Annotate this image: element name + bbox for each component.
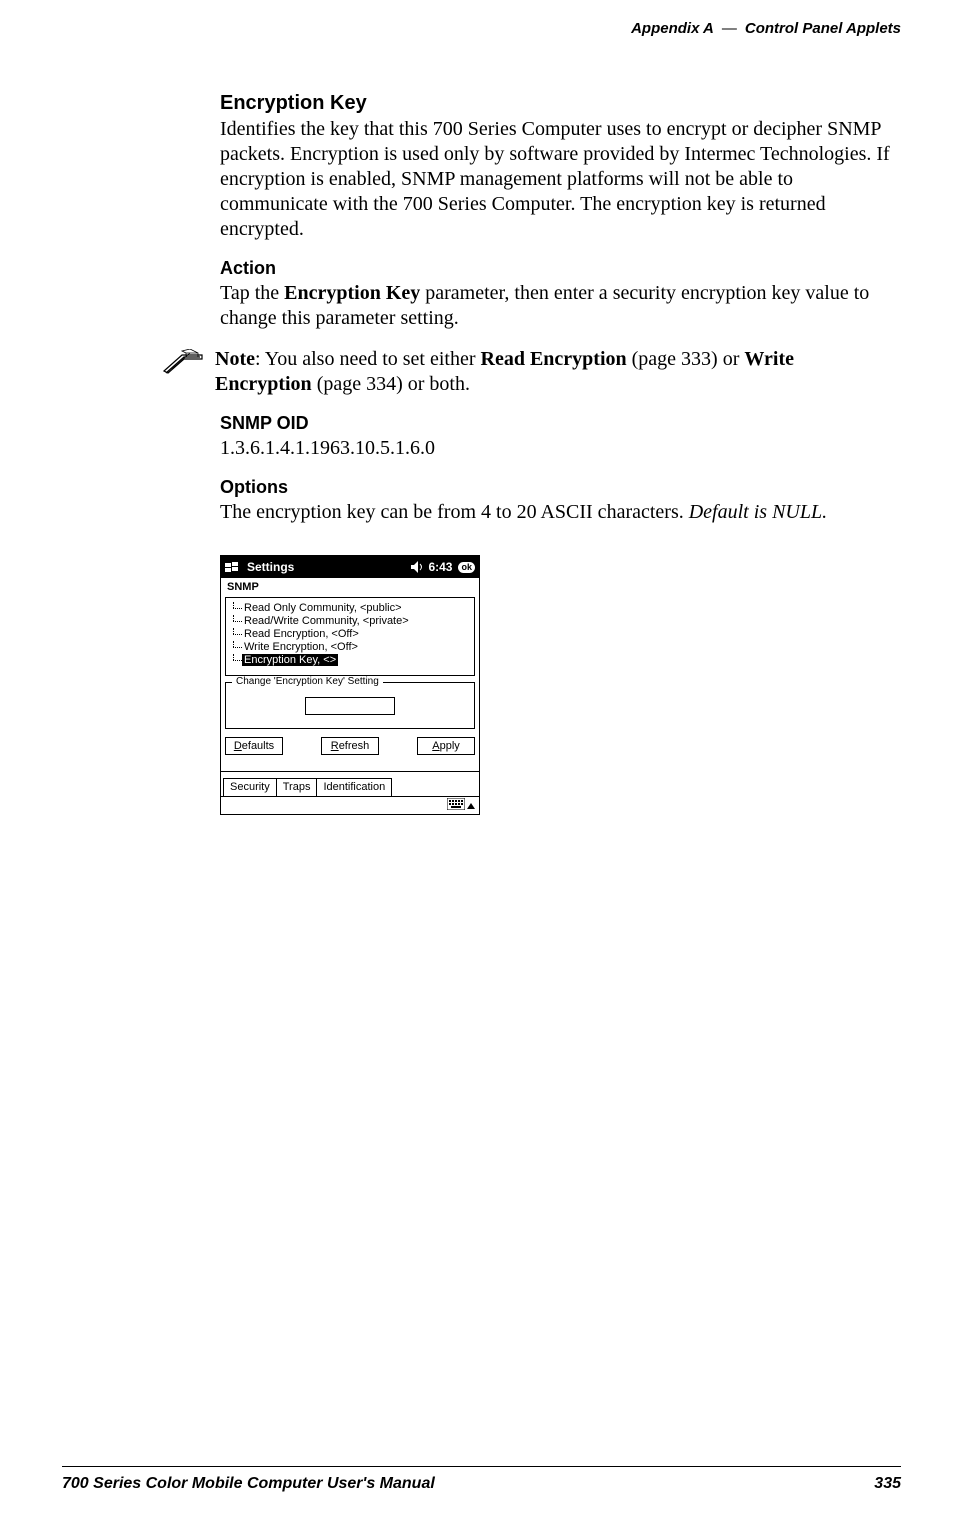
button-row: Defaults Refresh Apply [221, 737, 479, 761]
start-icon[interactable] [225, 560, 243, 574]
paragraph-snmp-oid: 1.3.6.1.4.1.1963.10.5.1.6.0 [220, 436, 891, 461]
header-sep: — [714, 20, 745, 37]
heading-snmp-oid: SNMP OID [220, 413, 891, 434]
tab-traps[interactable]: Traps [276, 778, 318, 796]
group-legend: Change 'Encryption Key' Setting [232, 676, 383, 687]
tab-security[interactable]: Security [223, 778, 277, 796]
heading-encryption-key: Encryption Key [220, 92, 891, 115]
heading-options: Options [220, 477, 891, 498]
tree-item-write-encryption[interactable]: Write Encryption, <Off> [230, 641, 470, 653]
tab-identification[interactable]: Identification [316, 778, 392, 796]
tree-item-read-only-community[interactable]: Read Only Community, <public> [230, 602, 470, 614]
window-title: Settings [247, 560, 410, 574]
tree-item-encryption-key[interactable]: Encryption Key, <> [230, 654, 470, 666]
page-number: 335 [874, 1475, 901, 1493]
window-titlebar: Settings 6:43 ok [221, 556, 479, 578]
applet-title: SNMP [221, 578, 479, 593]
volume-icon[interactable] [410, 560, 424, 574]
paragraph-action: Tap the Encryption Key parameter, then e… [220, 281, 891, 331]
note-icon [160, 349, 215, 386]
paragraph-encryption-key: Identifies the key that this 700 Series … [220, 117, 891, 242]
content-block: Encryption Key Identifies the key that t… [220, 92, 891, 815]
ok-button[interactable]: ok [458, 562, 475, 573]
heading-action: Action [220, 258, 891, 279]
tree-item-read-write-community[interactable]: Read/Write Community, <private> [230, 615, 470, 627]
tab-strip: Security Traps Identification [221, 771, 479, 796]
keyboard-icon[interactable] [447, 798, 465, 813]
change-setting-group: Change 'Encryption Key' Setting [225, 682, 475, 729]
encryption-key-input[interactable] [305, 697, 395, 715]
tree-view[interactable]: Read Only Community, <public> Read/Write… [225, 597, 475, 676]
defaults-button[interactable]: Defaults [225, 737, 283, 755]
tree-item-read-encryption[interactable]: Read Encryption, <Off> [230, 628, 470, 640]
clock-time[interactable]: 6:43 [428, 560, 452, 574]
apply-button[interactable]: Apply [417, 737, 475, 755]
screenshot: Settings 6:43 ok SNMP Read Only Communit… [220, 555, 480, 815]
note-block: Note: You also need to set either Read E… [160, 347, 891, 397]
sip-arrow-up-icon[interactable] [467, 803, 475, 809]
page-footer: 700 Series Color Mobile Computer User's … [62, 1466, 901, 1493]
note-text: Note: You also need to set either Read E… [215, 347, 891, 397]
header-right: Control Panel Applets [745, 20, 901, 37]
footer-title: 700 Series Color Mobile Computer User's … [62, 1475, 435, 1493]
paragraph-options: The encryption key can be from 4 to 20 A… [220, 500, 891, 525]
sip-bar [221, 796, 479, 814]
header-left: Appendix A [631, 20, 714, 37]
running-header: Appendix A—Control Panel Applets [70, 20, 901, 37]
refresh-button[interactable]: Refresh [321, 737, 379, 755]
